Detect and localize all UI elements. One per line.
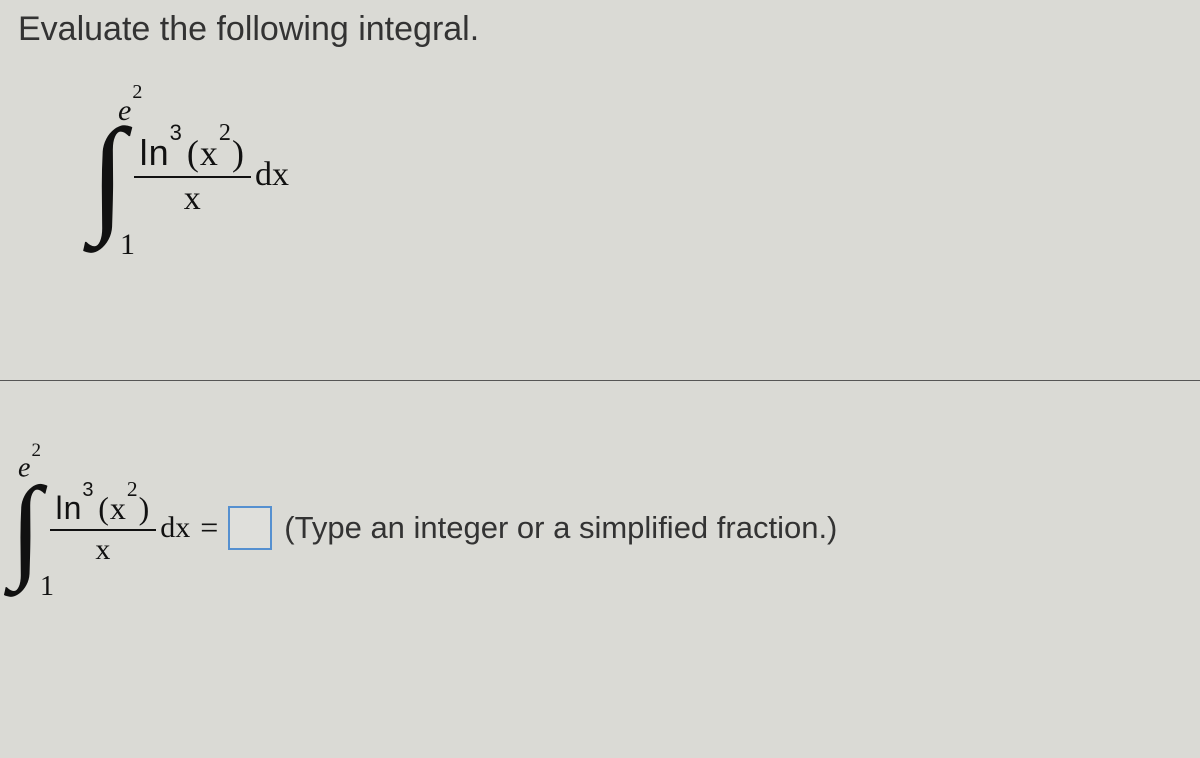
arg-base: x bbox=[200, 133, 219, 173]
upper-limit-exp: 2 bbox=[132, 81, 142, 103]
upper-limit-base: e bbox=[118, 94, 131, 127]
denominator-bottom: x bbox=[89, 531, 116, 569]
equals-sign: = bbox=[200, 509, 218, 546]
integral-display-top: e2 ∫ 1 ln3 (x2) x dx bbox=[90, 110, 289, 240]
ln-exponent-b: 3 bbox=[82, 479, 94, 501]
integral-sign: e2 ∫ 1 bbox=[90, 110, 126, 240]
problem-prompt: Evaluate the following integral. bbox=[18, 10, 479, 49]
ln-label: ln bbox=[140, 132, 170, 173]
differential: dx bbox=[255, 156, 289, 194]
arg-exp-b: 2 bbox=[127, 477, 139, 501]
ln-label-b: ln bbox=[56, 490, 83, 526]
numerator: ln3 (x2) bbox=[134, 130, 251, 176]
answer-input[interactable] bbox=[228, 506, 272, 550]
upper-limit: e2 bbox=[118, 92, 141, 128]
fraction: ln3 (x2) x bbox=[134, 130, 251, 220]
upper-limit-bottom: e2 bbox=[18, 450, 40, 484]
integral-sign-bottom: e2 ∫ 1 bbox=[10, 470, 42, 585]
upper-limit-base-b: e bbox=[18, 452, 30, 483]
arg-exp: 2 bbox=[219, 120, 232, 146]
numerator-bottom: ln3 (x2) bbox=[50, 486, 157, 529]
differential-bottom: dx bbox=[160, 511, 190, 545]
answer-hint: (Type an integer or a simplified fractio… bbox=[284, 510, 837, 546]
section-divider bbox=[0, 380, 1200, 381]
ln-exponent: 3 bbox=[170, 120, 183, 145]
integral-display-bottom: e2 ∫ 1 ln3 (x2) x dx = bbox=[10, 470, 228, 585]
answer-row: e2 ∫ 1 ln3 (x2) x dx = (Type an integer … bbox=[10, 470, 837, 585]
lower-limit: 1 bbox=[120, 228, 135, 262]
upper-limit-exp-b: 2 bbox=[31, 440, 41, 461]
denominator: x bbox=[178, 178, 207, 220]
arg-base-b: x bbox=[110, 490, 127, 526]
fraction-bottom: ln3 (x2) x bbox=[50, 486, 157, 569]
lower-limit-bottom: 1 bbox=[40, 571, 54, 603]
